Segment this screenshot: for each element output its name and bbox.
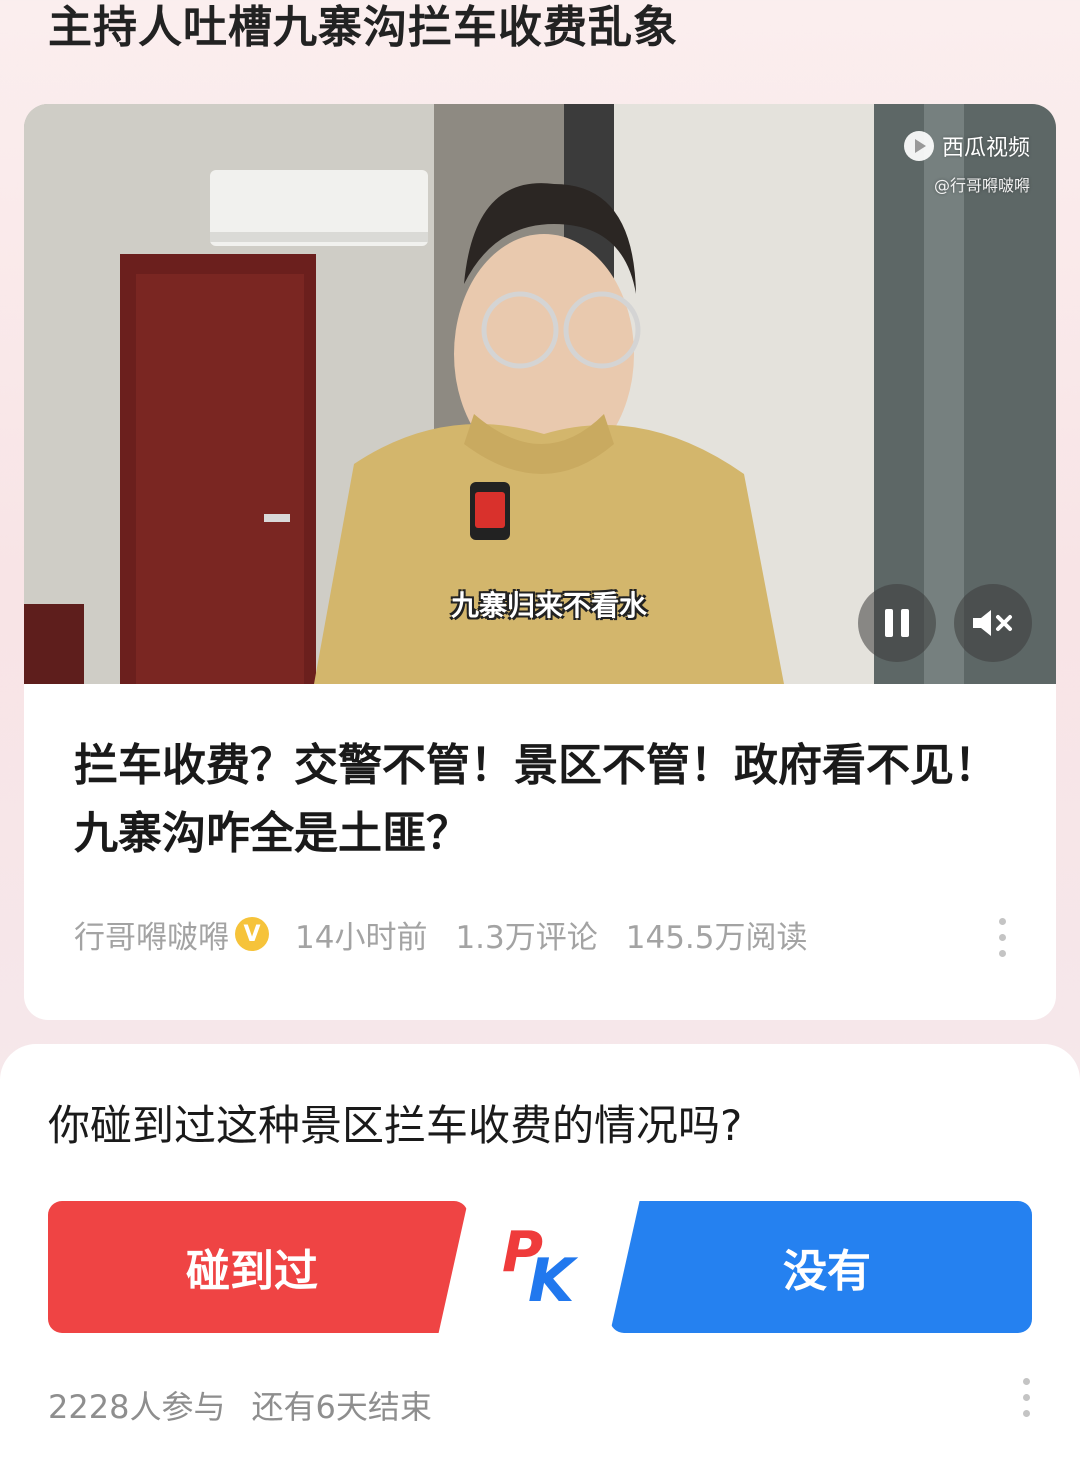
pause-button[interactable] <box>858 584 936 662</box>
pk-icon: P K <box>498 1220 588 1316</box>
author-name[interactable]: 行哥嘚啵嘚 <box>74 912 229 957</box>
article-card[interactable]: 西瓜视频 @行哥嘚啵嘚 九寨归来不看水 拦车收费？交警不管！景区不管！政府看不见… <box>24 104 1056 1020</box>
article-title[interactable]: 拦车收费？交警不管！景区不管！政府看不见！九寨沟咋全是土匪？ <box>74 732 1014 868</box>
article-meta: 行哥嘚啵嘚 V 14小时前 1.3万评论 145.5万阅读 <box>74 912 808 956</box>
vote-no-button[interactable]: 没有 <box>610 1201 1032 1333</box>
verified-badge-icon: V <box>235 917 269 951</box>
more-options-icon[interactable] <box>992 918 1012 957</box>
watermark-brand: 西瓜视频 <box>941 136 1030 161</box>
watermark-handle: @行哥嘚啵嘚 <box>933 176 1030 195</box>
publish-time: 14小时前 <box>295 919 428 956</box>
pause-icon <box>885 609 909 637</box>
mute-button[interactable] <box>954 584 1032 662</box>
poll-footer: 2228人参与 还有6天结束 <box>48 1382 432 1428</box>
poll-more-options-icon[interactable] <box>1016 1378 1036 1417</box>
pk-letter-k: K <box>528 1246 575 1316</box>
topic-title: 主持人吐槽九寨沟拦车收费乱象 <box>48 2 678 53</box>
xigua-watermark: 西瓜视频 <box>903 130 1030 162</box>
vote-yes-button[interactable]: 碰到过 <box>48 1201 468 1333</box>
xigua-logo-icon <box>903 131 934 161</box>
video-player[interactable]: 西瓜视频 @行哥嘚啵嘚 九寨归来不看水 <box>24 104 1056 684</box>
poll-question: 你碰到过这种景区拦车收费的情况吗? <box>48 1101 743 1150</box>
read-count: 145.5万阅读 <box>625 919 808 956</box>
video-subtitle: 九寨归来不看水 <box>450 589 647 622</box>
time-remaining: 还有6天结束 <box>251 1388 432 1426</box>
comment-count: 1.3万评论 <box>455 919 598 956</box>
poll-card: 你碰到过这种景区拦车收费的情况吗? 碰到过 P K 没有 2228人参与 还有6… <box>0 1044 1080 1469</box>
mute-icon <box>973 610 1012 636</box>
participant-count: 2228人参与 <box>48 1388 226 1426</box>
